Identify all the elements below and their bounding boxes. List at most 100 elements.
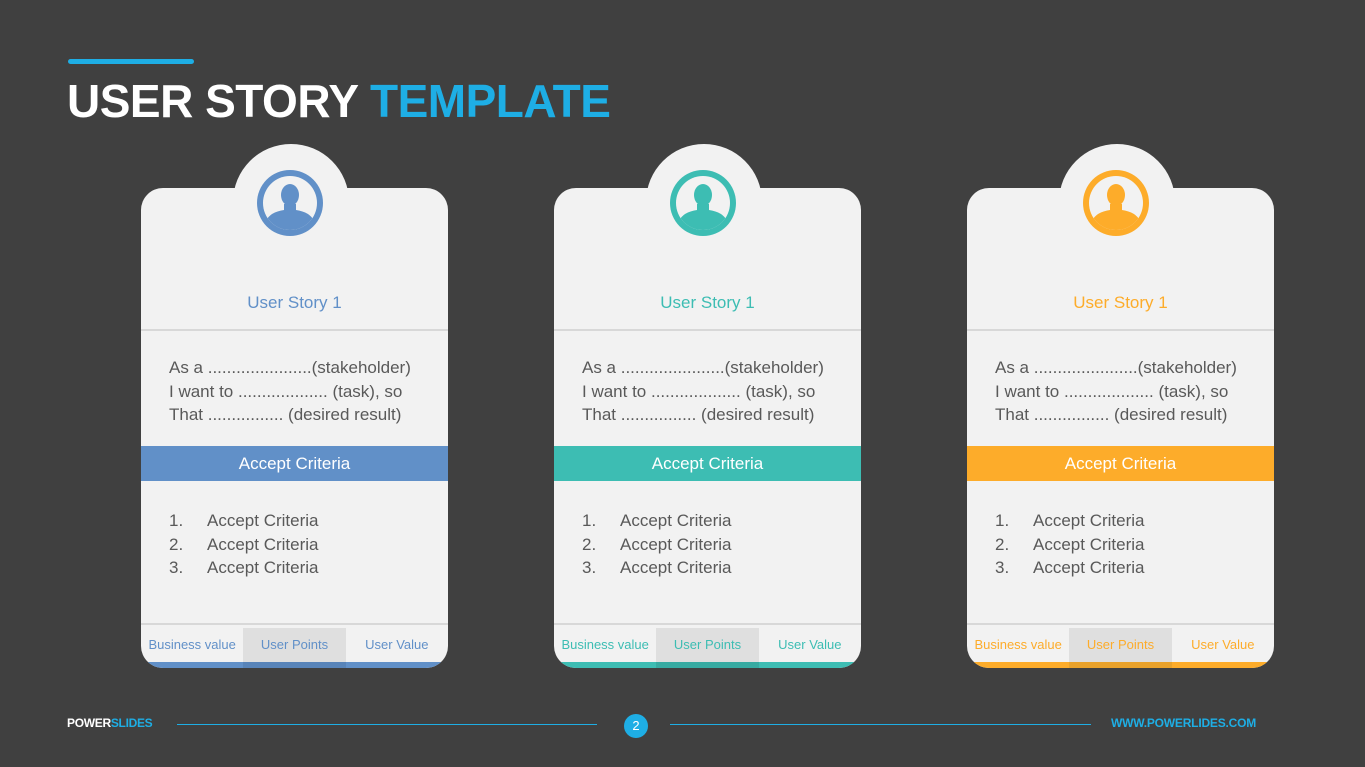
criteria-number: 2. xyxy=(995,534,1010,554)
criteria-text: Accept Criteria xyxy=(207,558,319,577)
user-value-label: User Value xyxy=(1191,637,1255,652)
value-labels: Business value User Points User Value xyxy=(141,628,448,662)
user-silhouette-icon xyxy=(669,169,737,237)
criteria-item: 3. Accept Criteria xyxy=(169,556,318,580)
criteria-text: Accept Criteria xyxy=(1033,558,1145,577)
divider xyxy=(554,329,861,331)
business-value-field xyxy=(141,662,244,668)
criteria-number: 3. xyxy=(582,558,597,577)
criteria-item: 3. Accept Criteria xyxy=(995,556,1144,580)
accept-criteria-header: Accept Criteria xyxy=(967,446,1274,481)
user-value-field xyxy=(758,662,861,668)
criteria-number: 3. xyxy=(995,558,1010,577)
story-title: User Story 1 xyxy=(1073,293,1168,312)
user-points-label: User Points xyxy=(243,628,346,662)
user-story-card: User Story 1 As a ......................… xyxy=(967,144,1274,668)
criteria-item: 2. Accept Criteria xyxy=(169,533,318,557)
criteria-text: Accept Criteria xyxy=(207,534,319,554)
title-main: USER STORY xyxy=(67,75,358,127)
user-points-field xyxy=(656,662,759,668)
business-value-field xyxy=(554,662,657,668)
page-number: 2 xyxy=(624,714,648,738)
description-line: I want to ................... (task), so xyxy=(169,381,403,401)
business-value-field xyxy=(967,662,1070,668)
accept-criteria-header: Accept Criteria xyxy=(554,446,861,481)
criteria-list: 1. Accept Criteria 2. Accept Criteria 3. Acce… xyxy=(582,509,731,580)
description-line: As a ......................(stakeholder) xyxy=(995,358,1237,377)
user-value-field xyxy=(1171,662,1274,668)
business-value-label: Business value xyxy=(974,637,1062,652)
title-accent-bar xyxy=(68,59,194,64)
value-fields xyxy=(967,662,1274,668)
card-body: User Story 1 As a ......................… xyxy=(967,188,1274,668)
story-description: As a ......................(stakeholder)… xyxy=(169,356,411,427)
criteria-text: Accept Criteria xyxy=(620,511,732,530)
criteria-item: 2. Accept Criteria xyxy=(995,533,1144,557)
description-line: As a ......................(stakeholder) xyxy=(169,358,411,377)
title-accent: TEMPLATE xyxy=(369,75,611,127)
user-points-field xyxy=(1069,662,1172,668)
business-value-label: Business value xyxy=(148,637,236,652)
user-silhouette-icon xyxy=(670,170,736,236)
divider xyxy=(967,329,1274,331)
value-labels: Business value User Points User Value xyxy=(967,628,1274,662)
card-body: User Story 1 As a ......................… xyxy=(554,188,861,668)
criteria-list: 1. Accept Criteria 2. Accept Criteria 3. Acce… xyxy=(995,509,1144,580)
criteria-item: 1. Accept Criteria xyxy=(582,509,731,533)
criteria-item: 1. Accept Criteria xyxy=(995,509,1144,533)
criteria-text: Accept Criteria xyxy=(620,558,732,577)
user-value-label: User Value xyxy=(365,637,429,652)
criteria-item: 2. Accept Criteria xyxy=(582,533,731,557)
value-fields xyxy=(141,662,448,668)
website-url: WWW.POWERLIDES.COM xyxy=(1111,716,1257,730)
description-line: I want to ................... (task), so xyxy=(995,381,1229,401)
user-silhouette-icon xyxy=(256,169,324,237)
user-silhouette-icon xyxy=(1082,169,1150,237)
value-fields xyxy=(554,662,861,668)
criteria-text: Accept Criteria xyxy=(1033,534,1145,554)
criteria-number: 1. xyxy=(169,511,184,530)
business-value-label: Business value xyxy=(561,637,649,652)
description-line: That ................ (desired result) xyxy=(169,405,402,424)
user-value-label: User Value xyxy=(778,637,842,652)
description-line: That ................ (desired result) xyxy=(582,405,815,424)
user-silhouette-icon xyxy=(1083,170,1149,236)
criteria-list: 1. Accept Criteria 2. Accept Criteria 3. Acce… xyxy=(169,509,318,580)
brand-main: POWER xyxy=(67,716,111,730)
user-story-card: User Story 1 As a ......................… xyxy=(141,144,448,668)
criteria-item: 3. Accept Criteria xyxy=(582,556,731,580)
divider xyxy=(554,623,861,625)
story-title: User Story 1 xyxy=(660,293,755,312)
story-description: As a ......................(stakeholder)… xyxy=(582,356,824,427)
criteria-text: Accept Criteria xyxy=(620,534,732,554)
description-line: I want to ................... (task), so xyxy=(582,381,816,401)
description-line: As a ......................(stakeholder) xyxy=(582,358,824,377)
divider xyxy=(141,329,448,331)
story-description: As a ......................(stakeholder)… xyxy=(995,356,1237,427)
value-labels: Business value User Points User Value xyxy=(554,628,861,662)
footer-line-left xyxy=(177,724,597,725)
user-silhouette-icon xyxy=(257,170,323,236)
user-points-label: User Points xyxy=(656,628,759,662)
divider xyxy=(141,623,448,625)
accept-criteria-header: Accept Criteria xyxy=(141,446,448,481)
user-story-card: User Story 1 As a ......................… xyxy=(554,144,861,668)
user-value-field xyxy=(345,662,448,668)
criteria-number: 1. xyxy=(582,511,597,530)
page-title: USER STORY TEMPLATE xyxy=(67,74,611,128)
description-line: That ................ (desired result) xyxy=(995,405,1228,424)
user-points-field xyxy=(243,662,346,668)
criteria-text: Accept Criteria xyxy=(207,511,319,530)
brand-accent: SLIDES xyxy=(110,716,153,730)
user-points-label: User Points xyxy=(1069,628,1172,662)
footer-line-right xyxy=(670,724,1091,725)
criteria-item: 1. Accept Criteria xyxy=(169,509,318,533)
criteria-number: 2. xyxy=(169,534,184,554)
criteria-number: 2. xyxy=(582,534,597,554)
criteria-text: Accept Criteria xyxy=(1033,511,1145,530)
story-title: User Story 1 xyxy=(247,293,342,312)
card-body: User Story 1 As a ......................… xyxy=(141,188,448,668)
criteria-number: 1. xyxy=(995,511,1010,530)
divider xyxy=(967,623,1274,625)
criteria-number: 3. xyxy=(169,558,184,577)
